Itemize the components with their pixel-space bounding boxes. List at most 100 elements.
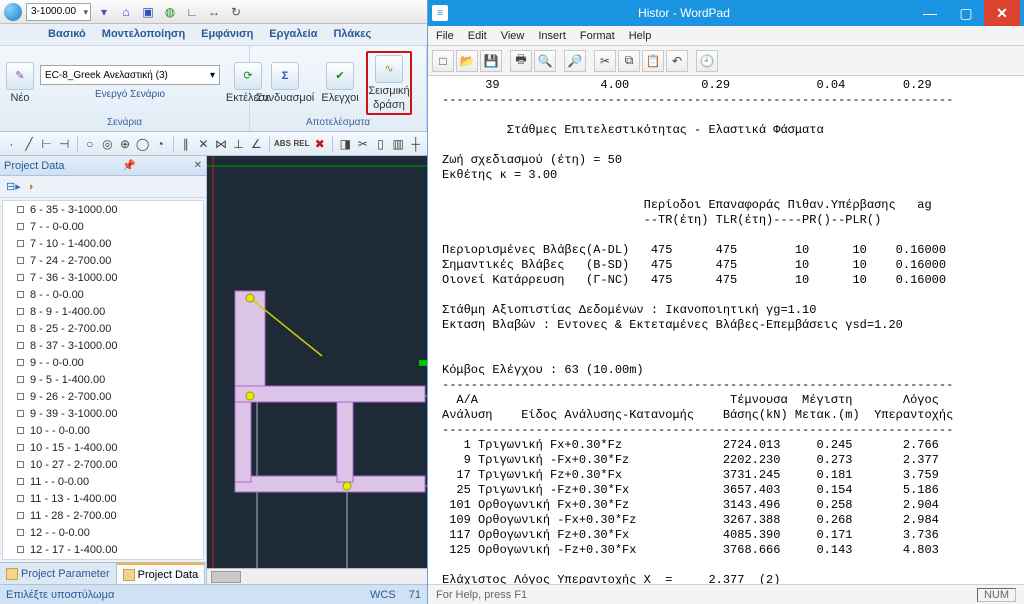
concentric-icon[interactable]: ◎ (100, 136, 115, 152)
tree-collapse-icon[interactable]: ⊟▸ (6, 180, 21, 193)
quadrant-icon[interactable]: ◔ (153, 136, 168, 152)
project-tree[interactable]: 6 - 35 - 3-1000.007 - - 0-0.007 - 10 - 1… (2, 200, 204, 560)
tree-node[interactable]: 7 - 36 - 3-1000.00 (3, 269, 203, 286)
cross-icon[interactable]: ✕ (196, 136, 211, 152)
tab-project-data-label: Project Data (138, 569, 199, 581)
line-icon[interactable]: ╱ (22, 136, 37, 152)
history-icon[interactable]: ↻ (227, 3, 245, 21)
panel-pin-icon[interactable]: 📌 (122, 159, 136, 172)
tree-node[interactable]: 8 - 9 - 1-400.00 (3, 303, 203, 320)
tree-node[interactable]: 10 - 27 - 2-700.00 (3, 456, 203, 473)
seismic-action-button[interactable]: ∿ Σεισμική δράση (366, 51, 412, 115)
copy-button[interactable]: ⧉ (618, 50, 640, 72)
wordpad-document-area[interactable]: 39 4.00 0.29 0.04 0.29 -----------------… (428, 76, 1024, 584)
wordpad-toolbar: □ 📂 💾 🖶 🔍 🔎 ✂ ⧉ 📋 ↶ 🕘 (428, 46, 1024, 76)
circle-icon[interactable]: ○ (82, 136, 97, 152)
ellipse-icon[interactable]: ◯ (135, 136, 150, 152)
snap-end-icon[interactable]: ⊢ (39, 136, 54, 152)
tree-node[interactable]: 10 - 15 - 1-400.00 (3, 439, 203, 456)
tree-node[interactable]: 10 - - 0-0.00 (3, 422, 203, 439)
target-icon[interactable]: ⊕ (118, 136, 133, 152)
snap-mid-icon[interactable]: ⊣ (57, 136, 72, 152)
tree-node[interactable]: 9 - - 0-0.00 (3, 354, 203, 371)
app-orb-button[interactable] (4, 3, 22, 21)
tab-basic[interactable]: Βασικό (48, 28, 86, 45)
tree-filter-icon[interactable]: ◑ (27, 181, 34, 193)
undo-button[interactable]: ↶ (666, 50, 688, 72)
minimize-button[interactable]: — (912, 0, 948, 26)
drawing-canvas[interactable] (207, 156, 427, 584)
tree-node[interactable]: 11 - - 0-0.00 (3, 473, 203, 490)
tab-modeling[interactable]: Μοντελοποίηση (102, 28, 185, 45)
wordpad-app-icon: ≡ (432, 5, 448, 21)
canvas-scrollbar-horizontal[interactable] (207, 568, 427, 584)
intersect-icon[interactable]: ⋈ (214, 136, 229, 152)
tree-node[interactable]: 9 - 5 - 1-400.00 (3, 371, 203, 388)
cut-icon[interactable]: ✂ (356, 136, 371, 152)
box-icon[interactable]: ▣ (139, 3, 157, 21)
tree-node[interactable]: 8 - 37 - 3-1000.00 (3, 337, 203, 354)
level-combo[interactable]: 3-1000.00 (26, 3, 91, 21)
wordpad-titlebar[interactable]: ≡ Histor - WordPad — ▢ ✕ (428, 0, 1024, 26)
parallel-icon[interactable]: ∥ (178, 136, 193, 152)
node-icon[interactable]: · (4, 136, 19, 152)
tree-node[interactable]: 8 - - 0-0.00 (3, 286, 203, 303)
tree-node[interactable]: 8 - 25 - 2-700.00 (3, 320, 203, 337)
tab-view[interactable]: Εμφάνιση (201, 28, 253, 45)
angle-icon[interactable]: ∠ (249, 136, 264, 152)
filter-icon[interactable]: ◨ (338, 136, 353, 152)
document-text[interactable]: 39 4.00 0.29 0.04 0.29 -----------------… (428, 76, 1024, 584)
tree-node[interactable]: 9 - 26 - 2-700.00 (3, 388, 203, 405)
menu-view[interactable]: View (501, 30, 525, 42)
tree-node[interactable]: 12 - - 0-0.00 (3, 524, 203, 541)
new-scenario-button[interactable]: ✎ Νέο (6, 62, 34, 104)
checks-button[interactable]: ✔ Ελεγχοι (320, 62, 360, 104)
open-doc-button[interactable]: 📂 (456, 50, 478, 72)
wave-icon: ∿ (384, 62, 393, 75)
tree-node[interactable]: 12 - 17 - 1-400.00 (3, 541, 203, 558)
tab-project-parameter[interactable]: Project Parameter (0, 563, 117, 584)
tree-node[interactable]: 11 - 13 - 1-400.00 (3, 490, 203, 507)
clear-x-icon[interactable]: ✖ (312, 136, 327, 152)
perp-icon[interactable]: ⊥ (231, 136, 246, 152)
menu-format[interactable]: Format (580, 30, 615, 42)
menu-edit[interactable]: Edit (468, 30, 487, 42)
datetime-button[interactable]: 🕘 (696, 50, 718, 72)
print-preview-button[interactable]: 🔍 (534, 50, 556, 72)
panel-close-icon[interactable]: ✕ (194, 160, 202, 171)
column-icon[interactable]: ▯ (373, 136, 388, 152)
tree-node[interactable]: 9 - 39 - 3-1000.00 (3, 405, 203, 422)
step-dropdown-icon[interactable]: ▾ (95, 3, 113, 21)
paste-button[interactable]: 📋 (642, 50, 664, 72)
section-icon[interactable]: ▥ (391, 136, 406, 152)
ribbon: ✎ Νέο EC-8_Greek Ανελαστική (3) Ενεργό Σ… (0, 46, 427, 132)
new-doc-button[interactable]: □ (432, 50, 454, 72)
tree-node[interactable]: 7 - 10 - 1-400.00 (3, 235, 203, 252)
abs-button[interactable]: ABS (274, 136, 290, 152)
tree-node[interactable]: 11 - 28 - 2-700.00 (3, 507, 203, 524)
menu-insert[interactable]: Insert (538, 30, 566, 42)
axis-icon[interactable]: ┼ (409, 136, 424, 152)
active-scenario-combo[interactable]: EC-8_Greek Ανελαστική (3) (40, 65, 220, 85)
menu-file[interactable]: File (436, 30, 454, 42)
tree-node[interactable]: 7 - - 0-0.00 (3, 218, 203, 235)
menu-help[interactable]: Help (629, 30, 652, 42)
tab-tools[interactable]: Εργαλεία (269, 28, 317, 45)
find-button[interactable]: 🔎 (564, 50, 586, 72)
print-button[interactable]: 🖶 (510, 50, 532, 72)
rel-button[interactable]: REL (293, 136, 309, 152)
tab-project-data[interactable]: Project Data (117, 563, 206, 584)
close-button[interactable]: ✕ (984, 0, 1020, 26)
tab-plates[interactable]: Πλάκες (333, 28, 371, 45)
save-doc-button[interactable]: 💾 (480, 50, 502, 72)
globe-icon[interactable]: ◍ (161, 3, 179, 21)
cut-button[interactable]: ✂ (594, 50, 616, 72)
ortho-icon[interactable]: ∟ (183, 3, 201, 21)
tree-node[interactable]: 6 - 35 - 3-1000.00 (3, 201, 203, 218)
combinations-button[interactable]: Σ Συνδυασμοί (256, 62, 314, 104)
home-icon[interactable]: ⌂ (117, 3, 135, 21)
align-icon[interactable]: ↔ (205, 3, 223, 21)
tree-node[interactable]: 12 - 29 - 2-700.00 (3, 558, 203, 560)
tree-node[interactable]: 7 - 24 - 2-700.00 (3, 252, 203, 269)
maximize-button[interactable]: ▢ (948, 0, 984, 26)
